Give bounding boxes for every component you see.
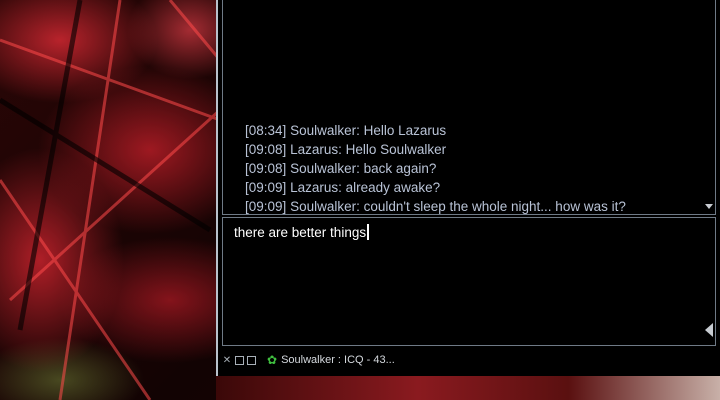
message-sender: Lazarus: — [290, 142, 342, 157]
message-time: [09:09] — [245, 180, 287, 195]
icq-chat-window: [08:34] Soulwalker: Hello Lazarus [09:08… — [216, 0, 720, 376]
message-text: Hello Soulwalker — [345, 142, 447, 157]
message-text: Hello Lazarus — [363, 123, 447, 138]
status-label[interactable]: Soulwalker : ICQ - 43... — [281, 354, 395, 366]
message-history[interactable]: [08:34] Soulwalker: Hello Lazarus [09:08… — [222, 0, 716, 215]
message-input-field[interactable]: there are better things — [222, 217, 716, 346]
message-time: [09:08] — [245, 142, 287, 157]
message-time: [09:08] — [245, 161, 287, 176]
message-sender: Soulwalker: — [290, 199, 360, 214]
message-text: already awake? — [345, 180, 441, 195]
desktop-bottom-strip — [216, 376, 720, 400]
status-bar: ✕ ✿ Soulwalker : ICQ - 43... — [222, 350, 720, 370]
message-line: [08:34] Soulwalker: Hello Lazarus — [245, 121, 701, 140]
text-caret — [367, 224, 370, 240]
icq-flower-icon: ✿ — [267, 353, 278, 367]
message-time: [08:34] — [245, 123, 287, 138]
message-line: [09:09] Soulwalker: couldn't sleep the w… — [245, 197, 701, 216]
message-input-value: there are better things — [234, 225, 367, 240]
message-sender: Soulwalker: — [290, 161, 360, 176]
message-line: [09:09] Lazarus: already awake? — [245, 178, 701, 197]
list-icon[interactable] — [247, 355, 256, 365]
message-time: [09:09] — [245, 199, 287, 214]
window-icon[interactable] — [235, 355, 244, 365]
message-line: [09:08] Lazarus: Hello Soulwalker — [245, 140, 701, 159]
close-icon[interactable]: ✕ — [222, 355, 232, 365]
scroll-down-arrow-icon[interactable] — [705, 204, 713, 209]
message-sender: Soulwalker: — [290, 123, 360, 138]
message-sender: Lazarus: — [290, 180, 342, 195]
message-text: back again? — [363, 161, 437, 176]
message-list: [08:34] Soulwalker: Hello Lazarus [09:08… — [245, 121, 701, 216]
scroll-left-arrow-icon[interactable] — [705, 323, 713, 337]
message-line: [09:08] Soulwalker: back again? — [245, 159, 701, 178]
message-text: couldn't sleep the whole night... how wa… — [363, 199, 626, 214]
input-text-wrapper: there are better things — [234, 224, 370, 240]
